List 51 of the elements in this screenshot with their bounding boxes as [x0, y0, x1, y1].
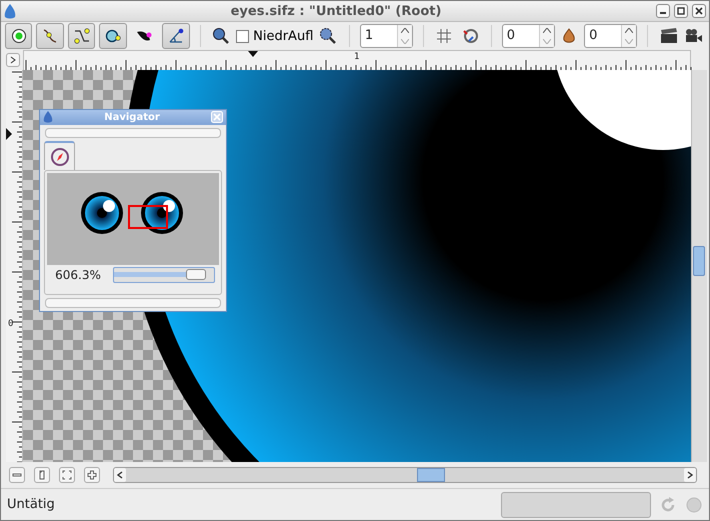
position-marker-icon[interactable]	[6, 128, 12, 140]
zoom-reset-button[interactable]	[34, 467, 50, 483]
tool-button[interactable]	[5, 23, 32, 49]
navigator-tab[interactable]	[44, 140, 75, 170]
minimize-button[interactable]	[656, 4, 670, 18]
app-logo-icon	[4, 4, 16, 18]
position-marker-icon[interactable]	[248, 51, 258, 57]
scrollbar-thumb[interactable]	[693, 246, 705, 276]
tool-button[interactable]	[36, 23, 64, 49]
scroll-left-button[interactable]	[114, 468, 126, 482]
curve-tool-icon	[42, 28, 58, 44]
fit-icon	[62, 470, 72, 480]
tool-button[interactable]	[99, 23, 127, 49]
panel-title: Navigator	[103, 112, 161, 123]
quality-spinbox[interactable]: 1	[360, 24, 413, 48]
ruler-label: 1	[354, 52, 360, 62]
ring-tool-icon	[104, 28, 122, 44]
zoom-slider[interactable]	[113, 267, 215, 284]
maximize-icon	[677, 7, 685, 15]
zoom-value: 606.3%	[54, 268, 102, 282]
chevron-right-icon	[687, 471, 693, 479]
close-button[interactable]	[692, 4, 706, 18]
expand-button[interactable]	[6, 53, 20, 67]
circle-tool-icon	[10, 28, 27, 44]
low-res-checkbox[interactable]: NiedrAufl	[236, 28, 314, 44]
time-spinbox[interactable]: 0	[584, 24, 637, 48]
panel-handle[interactable]	[45, 298, 221, 308]
app-logo-icon	[43, 111, 53, 124]
transform-tool-icon	[72, 28, 91, 44]
time-spinbox[interactable]: 0	[502, 24, 555, 48]
close-icon	[695, 7, 703, 15]
horizontal-scrollbar[interactable]	[113, 467, 697, 483]
slider-thumb[interactable]	[186, 269, 206, 280]
compass-icon	[50, 146, 70, 167]
zoom-fit-button[interactable]	[59, 467, 75, 483]
scroll-right-button[interactable]	[684, 468, 696, 482]
chevron-left-icon	[117, 471, 123, 479]
vertical-scrollbar[interactable]	[691, 70, 707, 462]
panel-handle[interactable]	[45, 128, 221, 138]
window-title: eyes.sifz : "Untitled0" (Root)	[230, 4, 442, 18]
chevron-right-icon	[10, 56, 16, 64]
ruler-label: 0	[8, 319, 14, 329]
zoom-in-button[interactable]	[84, 467, 100, 483]
scrollbar-thumb[interactable]	[417, 468, 445, 482]
maximize-button[interactable]	[674, 4, 688, 18]
zoom-out-button[interactable]	[9, 467, 25, 483]
status-text: Untätig	[7, 497, 56, 512]
pen-tool-icon	[166, 27, 185, 45]
tool-button[interactable]	[68, 23, 96, 49]
tool-button[interactable]	[162, 23, 190, 49]
plus-icon	[87, 470, 97, 480]
